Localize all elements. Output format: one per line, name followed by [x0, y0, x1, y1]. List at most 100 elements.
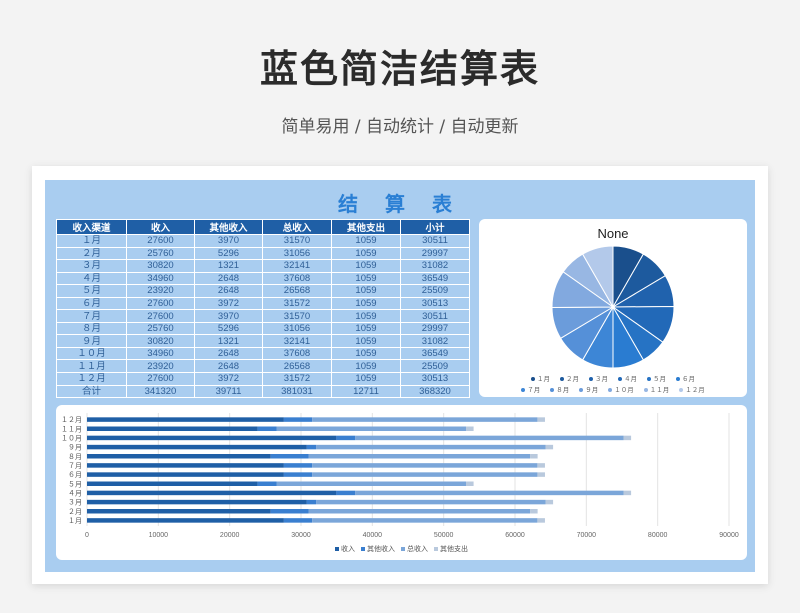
table-cell: 1321	[194, 259, 263, 273]
table-row: ３月 30820 1321 32141 1059 31082	[56, 259, 470, 273]
table-cell: 2648	[194, 346, 263, 361]
bar-segment	[87, 481, 258, 486]
x-tick-label: 60000	[505, 532, 525, 539]
bar-chart-legend: 收入 其他收入 总收入 其他支出	[56, 544, 747, 554]
y-tick-label: １２月	[61, 416, 82, 424]
legend-label: １０月	[614, 386, 634, 394]
table-cell: 1059	[331, 372, 401, 386]
bar-segment	[355, 490, 624, 496]
table-cell: 5296	[194, 321, 263, 336]
pie-legend-item: ７月	[521, 384, 540, 394]
table-cell: 12711	[331, 384, 401, 399]
bar-segment	[312, 518, 538, 523]
table-row: ７月 27600 3970 31570 1059 30511	[56, 309, 470, 323]
table-cell: 1059	[331, 321, 401, 336]
x-tick-label: 80000	[648, 532, 668, 539]
bar-segment	[306, 444, 317, 450]
table-cell: 31056	[262, 246, 332, 261]
table-cell: ８月	[56, 321, 127, 336]
legend-label: ６月	[682, 375, 695, 383]
table-cell: 27600	[126, 372, 195, 386]
table-cell: 1059	[331, 271, 401, 286]
pie-legend-item: １１月	[643, 384, 669, 394]
table-row: １０月 34960 2648 37608 1059 36549	[56, 346, 470, 361]
column-header-total-income: 总收入	[262, 219, 332, 235]
table-cell: 1059	[331, 246, 401, 261]
table-cell: ５月	[56, 284, 127, 298]
table-cell: 25509	[400, 359, 470, 373]
bar-chart: 0 10000 20000 30000 40000 50000 60000 70000 8000…	[61, 413, 739, 539]
y-tick-label: ５月	[68, 480, 82, 488]
table-cell: 3970	[194, 309, 263, 323]
legend-swatch	[521, 388, 526, 392]
table-cell: 34960	[126, 346, 195, 361]
pie-legend-item: １月	[531, 373, 550, 383]
table-cell: 1059	[331, 309, 401, 323]
table-cell: 合计	[56, 384, 127, 399]
table-cell: 37608	[262, 346, 332, 361]
table-cell: 3972	[194, 372, 263, 386]
table-cell: 31572	[262, 372, 332, 386]
table-header-row: 收入渠道 收入 其他收入 总收入 其他支出 小计	[56, 219, 470, 235]
pie-legend-item: １０月	[608, 384, 634, 394]
x-tick-label: 0	[85, 532, 89, 539]
bar-segment	[283, 472, 313, 477]
table-cell: 31572	[262, 296, 332, 311]
bar-segment	[623, 490, 632, 496]
bar-segment	[312, 463, 538, 468]
bar-legend-item: 收入	[335, 544, 355, 554]
pie-legend-item: ２月	[560, 373, 579, 383]
table-cell: 27600	[126, 234, 195, 248]
column-header-channel: 收入渠道	[56, 219, 127, 235]
table-cell: 23920	[126, 284, 195, 298]
table-cell: 39711	[194, 384, 263, 399]
bar-segment	[306, 499, 317, 505]
legend-label: ４月	[624, 375, 637, 383]
bar-segment	[283, 417, 313, 422]
table-cell: 36549	[400, 271, 470, 286]
legend-swatch	[618, 377, 622, 381]
column-header-subtotal: 小计	[400, 219, 470, 235]
bar-segment	[316, 444, 546, 450]
bar-segment	[270, 454, 309, 459]
bar-segment	[87, 454, 271, 459]
bar-segment	[87, 463, 284, 468]
bar-segment	[87, 417, 284, 422]
table-cell: 368320	[400, 384, 470, 399]
bar-segment	[87, 509, 271, 514]
legend-swatch	[676, 377, 680, 381]
table-cell: 36549	[400, 346, 470, 361]
legend-swatch	[434, 547, 438, 551]
x-tick-label: 50000	[434, 532, 454, 539]
legend-swatch	[589, 377, 593, 381]
y-tick-label: ６月	[68, 471, 82, 479]
bar-segment	[276, 426, 467, 431]
y-tick-label: ９月	[68, 444, 82, 452]
table-cell: 381031	[262, 384, 332, 399]
legend-swatch	[643, 388, 648, 392]
table-cell: 2648	[194, 284, 263, 298]
bar-segment	[87, 518, 284, 523]
x-tick-label: 70000	[577, 532, 597, 539]
legend-label: 收入	[341, 545, 355, 553]
table-cell: 26568	[262, 284, 332, 298]
table-cell: 32141	[262, 334, 332, 348]
table-cell: 5296	[194, 246, 263, 261]
legend-swatch	[531, 377, 535, 381]
table-row: ６月 27600 3972 31572 1059 30513	[56, 296, 470, 311]
pie-legend-item: ３月	[589, 373, 608, 383]
table-cell: 23920	[126, 359, 195, 373]
y-tick-label: １月	[68, 517, 82, 525]
y-tick-label: １０月	[61, 434, 82, 442]
table-cell: 2648	[194, 359, 263, 373]
y-tick-label: ４月	[68, 489, 82, 497]
table-cell: １１月	[56, 359, 127, 373]
bar-segment	[283, 518, 313, 523]
legend-label: ２月	[566, 375, 579, 383]
sheet-title: 结 算 表	[338, 192, 462, 216]
legend-label: 总收入	[407, 545, 428, 553]
table-cell: 27600	[126, 309, 195, 323]
legend-label: 其他支出	[440, 545, 468, 553]
legend-label: １２月	[685, 386, 705, 394]
table-row: １２月 27600 3972 31572 1059 30513	[56, 372, 470, 386]
